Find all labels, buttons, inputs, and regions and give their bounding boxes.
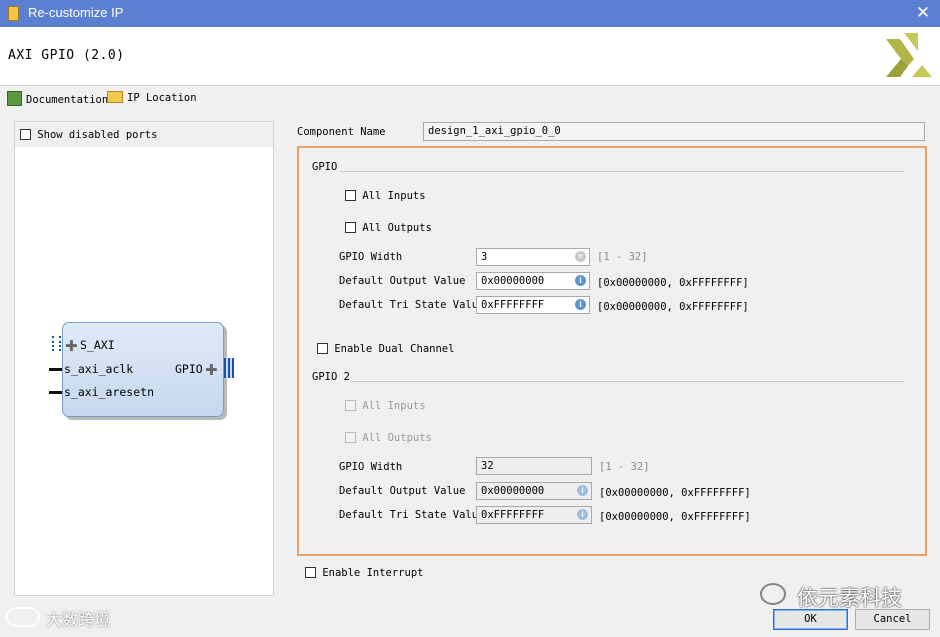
gpio2-section-title: GPIO 2 <box>312 371 350 383</box>
info-icon[interactable]: i <box>577 485 588 496</box>
watermark-right: 依元素科技 <box>797 586 902 610</box>
show-disabled-ports-checkbox[interactable]: Show disabled ports <box>20 129 157 141</box>
gpio2-default-output-value: 0x00000000 <box>481 485 545 497</box>
gpio-all-inputs-checkbox[interactable]: All Inputs <box>345 190 426 202</box>
gpio-width-input[interactable]: 3 ✕ <box>476 248 590 266</box>
all-outputs-label: All Outputs <box>362 432 432 444</box>
component-name-label: Component Name <box>297 126 386 138</box>
gpio-port-label: GPIO <box>175 362 203 376</box>
gpio2-separator <box>350 381 904 382</box>
watermark-icon <box>6 607 40 627</box>
gpio-default-tri-range: [0x00000000, 0xFFFFFFFF] <box>597 301 749 313</box>
wechat-icon <box>760 583 786 605</box>
gpio2-all-outputs-checkbox[interactable]: All Outputs <box>345 432 432 444</box>
enable-interrupt-label: Enable Interrupt <box>322 567 424 579</box>
enable-interrupt-checkbox[interactable]: Enable Interrupt <box>305 567 423 579</box>
app-icon <box>8 6 19 21</box>
gpio2-default-output-input[interactable]: 0x00000000 i <box>476 482 592 500</box>
gpio2-default-output-range: [0x00000000, 0xFFFFFFFF] <box>599 487 751 499</box>
gpio-bus-icon <box>224 358 234 378</box>
gpio2-default-tri-label: Default Tri State Value <box>339 509 485 521</box>
enable-dual-channel-checkbox[interactable]: Enable Dual Channel <box>317 343 454 355</box>
gpio-default-output-label: Default Output Value <box>339 275 466 287</box>
folder-icon <box>107 91 123 103</box>
gpio-default-tri-input[interactable]: 0xFFFFFFFF i <box>476 296 590 314</box>
s-axi-port-label: S_AXI <box>80 338 115 352</box>
gpio-width-label: GPIO Width <box>339 251 403 263</box>
component-name-field[interactable]: design_1_axi_gpio_0_0 <box>423 122 925 141</box>
gpio-default-output-input[interactable]: 0x00000000 i <box>476 272 590 290</box>
reset-pin <box>49 391 62 394</box>
gpio-default-tri-label: Default Tri State Value <box>339 299 485 311</box>
symbol-panel-header: Show disabled ports <box>15 122 273 147</box>
clk-pin <box>49 368 62 371</box>
all-inputs-label: All Inputs <box>362 400 426 412</box>
info-icon[interactable]: i <box>575 299 586 310</box>
all-outputs-label: All Outputs <box>362 222 432 234</box>
gpio-section-title: GPIO <box>312 161 338 173</box>
ok-button[interactable]: OK <box>773 609 848 630</box>
gpio2-default-tri-range: [0x00000000, 0xFFFFFFFF] <box>599 511 751 523</box>
ip-title: AXI GPIO (2.0) <box>8 48 125 63</box>
bus-interface-icon <box>52 336 61 351</box>
documentation-link[interactable]: Documentation <box>7 91 108 106</box>
link-bar: Documentation IP Location <box>0 86 940 114</box>
checkbox-box <box>345 400 356 411</box>
window-title: Re-customize IP <box>28 5 124 20</box>
xilinx-logo <box>886 33 932 77</box>
gpio-width-range: [1 - 32] <box>597 251 648 263</box>
window-titlebar: Re-customize IP ✕ <box>0 0 940 27</box>
checkbox-box <box>20 129 31 140</box>
gpio2-width-range: [1 - 32] <box>599 461 650 473</box>
info-icon[interactable]: i <box>575 275 586 286</box>
checkbox-box <box>317 343 328 354</box>
s-axi-aresetn-port-label: s_axi_aresetn <box>64 385 155 399</box>
gpio-separator <box>340 171 904 172</box>
expand-plus-icon[interactable]: ✚ <box>205 363 218 378</box>
cancel-button[interactable]: Cancel <box>855 609 930 630</box>
gpio2-default-output-label: Default Output Value <box>339 485 466 497</box>
checkbox-box <box>345 432 356 443</box>
all-inputs-label: All Inputs <box>362 190 426 202</box>
clear-icon[interactable]: ✕ <box>575 251 586 262</box>
documentation-label: Documentation <box>26 94 109 106</box>
gpio2-width-input[interactable]: 32 <box>476 457 592 475</box>
gpio-all-outputs-checkbox[interactable]: All Outputs <box>345 222 432 234</box>
show-disabled-ports-label: Show disabled ports <box>37 129 158 141</box>
book-icon <box>7 91 22 106</box>
gpio-default-tri-value: 0xFFFFFFFF <box>481 299 545 311</box>
gpio-width-value: 3 <box>481 251 488 263</box>
info-icon[interactable]: i <box>577 509 588 520</box>
gpio2-default-tri-input[interactable]: 0xFFFFFFFF i <box>476 506 592 524</box>
watermark-left: 大数跨境 <box>46 610 111 629</box>
gpio-default-output-value: 0x00000000 <box>481 275 545 287</box>
gpio2-default-tri-value: 0xFFFFFFFF <box>481 509 545 521</box>
gpio-default-output-range: [0x00000000, 0xFFFFFFFF] <box>597 277 749 289</box>
enable-dual-channel-label: Enable Dual Channel <box>334 343 455 355</box>
gpio2-all-inputs-checkbox[interactable]: All Inputs <box>345 400 426 412</box>
s-axi-aclk-port-label: s_axi_aclk <box>64 362 134 376</box>
checkbox-box <box>345 190 356 201</box>
gpio2-width-value: 32 <box>481 460 494 472</box>
ip-location-label: IP Location <box>127 92 197 104</box>
header: AXI GPIO (2.0) <box>0 27 940 86</box>
checkbox-box <box>305 567 316 578</box>
ip-location-link[interactable]: IP Location <box>107 91 197 104</box>
gpio2-width-label: GPIO Width <box>339 461 403 473</box>
close-icon[interactable]: ✕ <box>912 2 934 24</box>
expand-plus-icon[interactable]: ✚ <box>65 339 78 354</box>
checkbox-box <box>345 222 356 233</box>
